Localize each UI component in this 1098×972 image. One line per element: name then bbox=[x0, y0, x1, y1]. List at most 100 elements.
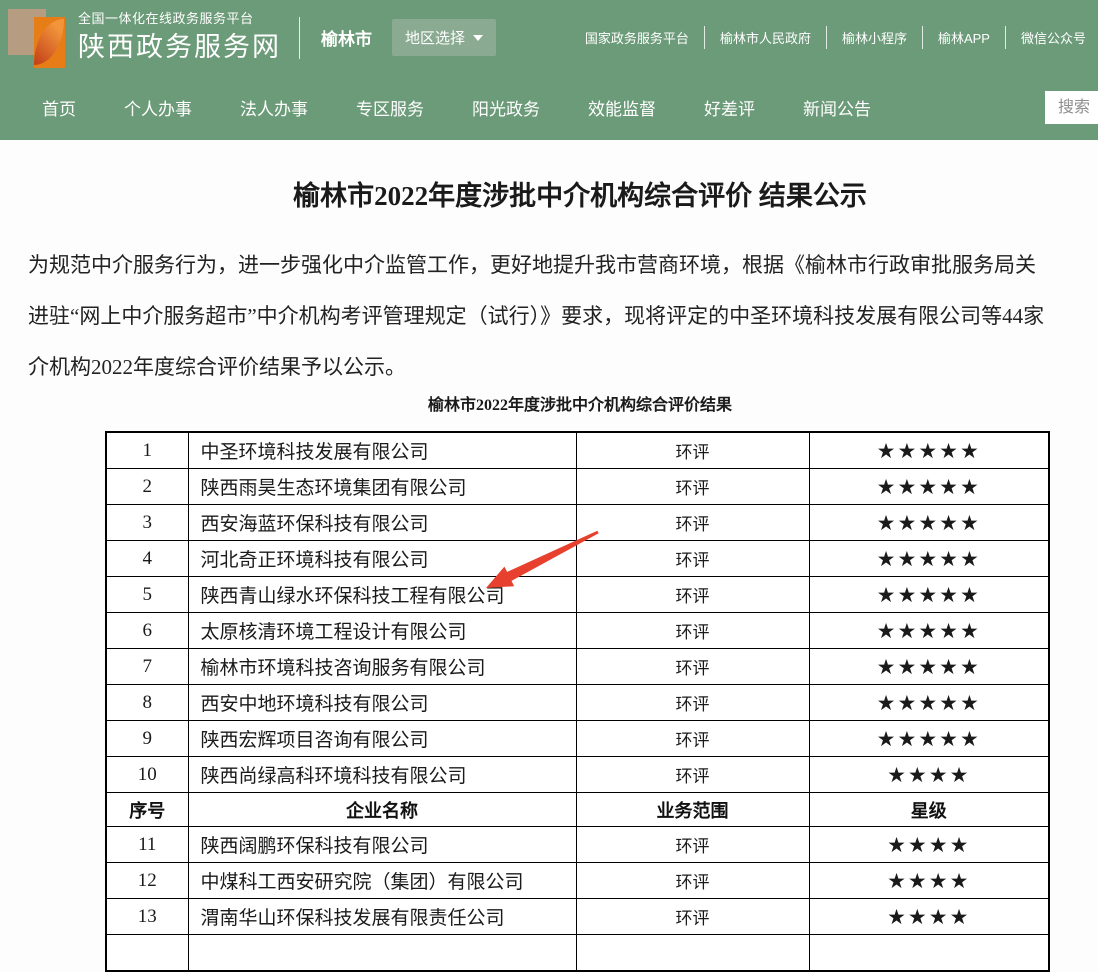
table-row: 3西安海蓝环保科技有限公司环评★★★★★ bbox=[106, 505, 1049, 541]
table-row: 6太原核清环境工程设计有限公司环评★★★★★ bbox=[106, 613, 1049, 649]
topbar-link[interactable]: 榆林市人民政府 bbox=[704, 26, 826, 49]
company-name: 陕西青山绿水环保科技工程有限公司 bbox=[188, 577, 576, 613]
table-row: 2陕西雨昊生态环境集团有限公司环评★★★★★ bbox=[106, 469, 1049, 505]
company-name: 太原核清环境工程设计有限公司 bbox=[188, 613, 576, 649]
company-name bbox=[188, 935, 576, 972]
table-row: 12中煤科工西安研究院（集团）有限公司环评★★★★ bbox=[106, 863, 1049, 899]
table-row bbox=[106, 935, 1049, 972]
topbar-link[interactable]: 榆林小程序 bbox=[826, 26, 922, 49]
nav-item[interactable]: 好差评 bbox=[704, 95, 755, 120]
business-scope: 环评 bbox=[576, 432, 809, 469]
table-row: 5陕西青山绿水环保科技工程有限公司环评★★★★★ bbox=[106, 577, 1049, 613]
table-row: 13渭南华山环保科技发展有限责任公司环评★★★★ bbox=[106, 899, 1049, 935]
table-row: 11陕西阔鹏环保科技有限公司环评★★★★ bbox=[106, 827, 1049, 863]
table-row: 7榆林市环境科技咨询服务有限公司环评★★★★★ bbox=[106, 649, 1049, 685]
star-rating: ★★★★★ bbox=[809, 469, 1049, 505]
announcement-page: 榆林市2022年度涉批中介机构综合评价 结果公示 为规范中介服务行为，进一步强化… bbox=[0, 140, 1098, 947]
row-number: 3 bbox=[106, 505, 188, 541]
table-row: 9陕西宏辉项目咨询有限公司环评★★★★★ bbox=[106, 721, 1049, 757]
business-scope: 环评 bbox=[576, 721, 809, 757]
company-name: 中圣环境科技发展有限公司 bbox=[188, 432, 576, 469]
site-logo[interactable] bbox=[8, 9, 66, 69]
business-scope: 环评 bbox=[576, 505, 809, 541]
column-header: 星级 bbox=[809, 793, 1049, 827]
table-caption: 榆林市2022年度涉批中介机构综合评价结果 bbox=[0, 395, 1098, 417]
topbar-link[interactable]: 国家政务服务平台 bbox=[570, 26, 704, 49]
nav-item-list: 首页 个人办事 法人办事 专区服务 阳光政务 效能监督 好差评 新闻公告 bbox=[42, 95, 871, 120]
company-name: 中煤科工西安研究院（集团）有限公司 bbox=[188, 863, 576, 899]
main-nav: 首页 个人办事 法人办事 专区服务 阳光政务 效能监督 好差评 新闻公告 bbox=[0, 75, 1098, 140]
star-rating: ★★★★★ bbox=[809, 685, 1049, 721]
column-header: 序号 bbox=[106, 793, 188, 827]
star-rating: ★★★★★ bbox=[809, 577, 1049, 613]
region-selector-button[interactable]: 地区选择 bbox=[392, 19, 496, 56]
table-row: 10陕西尚绿高科环境科技有限公司环评★★★★ bbox=[106, 757, 1049, 793]
business-scope: 环评 bbox=[576, 469, 809, 505]
topbar-link[interactable]: 微信公众号 bbox=[1005, 26, 1098, 49]
announcement-paragraph: 为规范中介服务行为，进一步强化中介监管工作，更好地提升我市营商环境，根据《榆林市… bbox=[28, 240, 1098, 393]
star-rating: ★★★★ bbox=[809, 827, 1049, 863]
row-number: 10 bbox=[106, 757, 188, 793]
table-header-row: 序号企业名称业务范围星级 bbox=[106, 793, 1049, 827]
table-row: 1中圣环境科技发展有限公司环评★★★★★ bbox=[106, 432, 1049, 469]
brand-divider bbox=[299, 17, 300, 59]
nav-item[interactable]: 个人办事 bbox=[124, 95, 192, 120]
row-number: 4 bbox=[106, 541, 188, 577]
nav-item[interactable]: 专区服务 bbox=[356, 95, 424, 120]
star-rating: ★★★★★ bbox=[809, 541, 1049, 577]
star-rating: ★★★★★ bbox=[809, 432, 1049, 469]
company-name: 陕西宏辉项目咨询有限公司 bbox=[188, 721, 576, 757]
star-rating: ★★★★★ bbox=[809, 649, 1049, 685]
star-rating bbox=[809, 935, 1049, 972]
star-rating: ★★★★★ bbox=[809, 613, 1049, 649]
search-input[interactable] bbox=[1045, 91, 1098, 124]
business-scope: 环评 bbox=[576, 649, 809, 685]
page-title: 榆林市2022年度涉批中介机构综合评价 结果公示 bbox=[0, 176, 1098, 216]
nav-item[interactable]: 新闻公告 bbox=[803, 95, 871, 120]
star-rating: ★★★★ bbox=[809, 863, 1049, 899]
table-row: 4河北奇正环境科技有限公司环评★★★★★ bbox=[106, 541, 1049, 577]
nav-item[interactable]: 阳光政务 bbox=[472, 95, 540, 120]
row-number: 9 bbox=[106, 721, 188, 757]
evaluation-table: 1中圣环境科技发展有限公司环评★★★★★2陕西雨昊生态环境集团有限公司环评★★★… bbox=[105, 431, 1050, 972]
business-scope: 环评 bbox=[576, 541, 809, 577]
row-number: 11 bbox=[106, 827, 188, 863]
company-name: 陕西尚绿高科环境科技有限公司 bbox=[188, 757, 576, 793]
business-scope: 环评 bbox=[576, 613, 809, 649]
paragraph-line: 为规范中介服务行为，进一步强化中介监管工作，更好地提升我市营商环境，根据《榆林市… bbox=[28, 240, 1098, 291]
business-scope: 环评 bbox=[576, 685, 809, 721]
row-number: 13 bbox=[106, 899, 188, 935]
nav-item[interactable]: 法人办事 bbox=[240, 95, 308, 120]
business-scope: 环评 bbox=[576, 757, 809, 793]
row-number: 6 bbox=[106, 613, 188, 649]
star-rating: ★★★★★ bbox=[809, 505, 1049, 541]
company-name: 西安海蓝环保科技有限公司 bbox=[188, 505, 576, 541]
nav-item[interactable]: 效能监督 bbox=[588, 95, 656, 120]
column-header: 企业名称 bbox=[188, 793, 576, 827]
business-scope bbox=[576, 935, 809, 972]
row-number: 1 bbox=[106, 432, 188, 469]
topbar-link[interactable]: 榆林APP bbox=[922, 26, 1005, 49]
business-scope: 环评 bbox=[576, 827, 809, 863]
company-name: 陕西雨昊生态环境集团有限公司 bbox=[188, 469, 576, 505]
brand-block: 全国一体化在线政务服务平台 陕西政务服务网 bbox=[78, 12, 281, 63]
region-selector-label: 地区选择 bbox=[405, 27, 465, 48]
paragraph-line: 进驻“网上中介服务超市”中介机构考评管理规定（试行）》要求，现将评定的中圣环境科… bbox=[28, 291, 1098, 342]
row-number bbox=[106, 935, 188, 972]
evaluation-table-body: 1中圣环境科技发展有限公司环评★★★★★2陕西雨昊生态环境集团有限公司环评★★★… bbox=[106, 432, 1049, 971]
company-name: 西安中地环境科技有限公司 bbox=[188, 685, 576, 721]
site-name: 陕西政务服务网 bbox=[78, 32, 281, 63]
company-name: 渭南华山环保科技发展有限责任公司 bbox=[188, 899, 576, 935]
star-rating: ★★★★ bbox=[809, 899, 1049, 935]
company-name: 陕西阔鹏环保科技有限公司 bbox=[188, 827, 576, 863]
current-city-label: 榆林市 bbox=[321, 25, 372, 50]
star-rating: ★★★★ bbox=[809, 757, 1049, 793]
business-scope: 环评 bbox=[576, 899, 809, 935]
business-scope: 环评 bbox=[576, 577, 809, 613]
row-number: 8 bbox=[106, 685, 188, 721]
platform-subtitle: 全国一体化在线政务服务平台 bbox=[78, 12, 281, 27]
site-header: 全国一体化在线政务服务平台 陕西政务服务网 榆林市 地区选择 国家政务服务平台 … bbox=[0, 0, 1098, 75]
company-name: 河北奇正环境科技有限公司 bbox=[188, 541, 576, 577]
row-number: 7 bbox=[106, 649, 188, 685]
nav-item[interactable]: 首页 bbox=[42, 95, 76, 120]
